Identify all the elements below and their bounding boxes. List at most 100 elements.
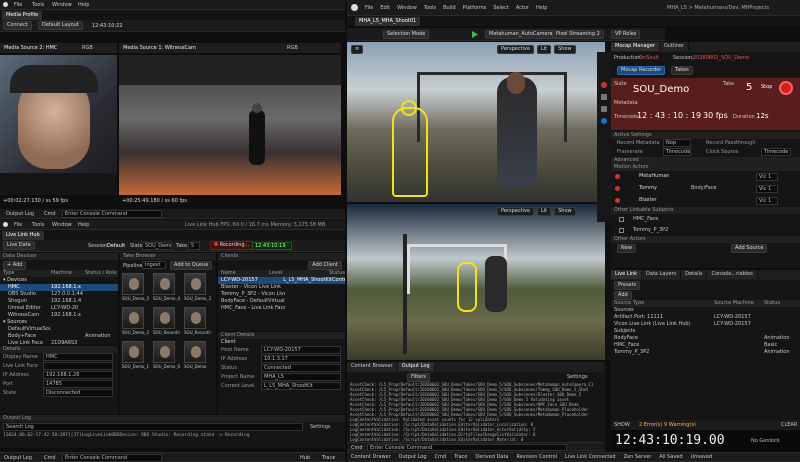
take-input[interactable]: 5 [188, 242, 200, 250]
session-value[interactable]: Default [107, 243, 125, 249]
tab-outliner[interactable]: Outliner [659, 42, 690, 51]
vp1-lit[interactable]: Lit [536, 45, 552, 54]
motion-actor-row[interactable]: Blaster Vic 1 [611, 195, 800, 207]
vp2-lit[interactable]: Lit [536, 207, 552, 216]
ue-menu-select[interactable]: Select [493, 5, 508, 11]
left-console-input[interactable]: Enter Console Command [62, 210, 162, 218]
detail-value[interactable]: HMC [43, 353, 113, 361]
take-card[interactable]: SOU_Demo_5 [122, 273, 149, 301]
tab-data-layers[interactable]: Data Layers [642, 270, 682, 279]
status-cmd[interactable]: Cmd [435, 454, 447, 460]
status-content-drawer[interactable]: Content Drawer [351, 454, 391, 460]
media-tab-2-format[interactable]: RGB [287, 45, 298, 51]
device-row[interactable]: OBS Studio 127.0.0.1:44 [0, 291, 118, 298]
ll-menu-window[interactable]: Window [52, 222, 72, 228]
ue-menu-window[interactable]: Window [397, 5, 417, 11]
console-settings[interactable]: Settings [567, 374, 588, 380]
vp-roles-dropdown[interactable]: VP Roles [611, 30, 641, 39]
setting-value-2[interactable]: Timecode [761, 148, 791, 156]
client-detail-value[interactable]: L_L5_MHA_ShootKit [261, 382, 341, 390]
tab-media-profile[interactable]: Media Profile [2, 11, 44, 20]
left-cmd-label[interactable]: Cmd [44, 211, 56, 217]
device-row[interactable]: DefaultVirtualSource [0, 326, 118, 333]
add-device-button[interactable]: + Add [3, 261, 27, 270]
linkable-subject-row[interactable]: Tommy_P_3P2 [611, 225, 800, 236]
device-row[interactable]: Body+Face Animation [0, 333, 118, 340]
status-live-link-connected[interactable]: Live Link Connected [565, 454, 616, 460]
detail-value[interactable]: 192.168.1.26 [43, 371, 113, 379]
device-group-sources[interactable]: ▾ Sources [0, 319, 118, 326]
detail-value[interactable] [43, 362, 113, 370]
left-output-log-tab[interactable]: Output Log [6, 211, 34, 217]
client-detail-value[interactable]: 10.1.3.17 [261, 355, 341, 363]
pipeline-dropdown[interactable]: Ingest [142, 261, 166, 269]
tab-live-link[interactable]: Live Link [611, 270, 643, 279]
ue-console-input[interactable]: Enter Console Command [367, 444, 567, 451]
ll-output-log-tab[interactable]: Output Log [0, 415, 345, 422]
take-card[interactable]: SOU_Demo_0 [153, 341, 180, 369]
viewport-top[interactable]: ≡ Perspective Lit Show [347, 42, 605, 202]
take-card[interactable]: SOU_Recording_1 [153, 307, 180, 335]
take-card[interactable]: SOU_Demo_4 [153, 273, 180, 301]
connect-button[interactable]: Connect [3, 21, 32, 30]
mocap-session-value[interactable]: 20260602_SOU_Demo [693, 55, 749, 61]
take-card[interactable]: SOU_Demo [184, 341, 211, 369]
client-row[interactable]: HMC_Face - Live Link Face [218, 305, 345, 312]
ue-menu-tools[interactable]: Tools [424, 5, 436, 11]
client-row[interactable]: BodyFace - DefaultVirtualSo [218, 298, 345, 305]
tab-console-variables[interactable]: Console...riables [707, 270, 758, 279]
status-unsaved[interactable]: Unsaved [691, 454, 713, 460]
ue-ll-row[interactable]: Tommy_P_3P2 Animation [611, 349, 800, 356]
ue-ll-row[interactable]: Subjects [611, 328, 800, 335]
tab-details[interactable]: Details [681, 270, 708, 279]
section-motion-actors[interactable]: Motion Actors [611, 164, 800, 171]
client-row[interactable]: Tommy_P_3P2 - Vicon Live Li [218, 291, 345, 298]
client-detail-value[interactable]: LCY-WD-20157 [261, 346, 341, 354]
detail-value[interactable]: 14785 [43, 380, 113, 388]
client-row[interactable]: LCY-WD-20157 L_L5_MHA_ShootKitConte [218, 277, 345, 284]
detail-value[interactable]: Disconnected [43, 389, 113, 397]
ue-menu-build[interactable]: Build [443, 5, 456, 11]
vp2-perspective[interactable]: Perspective [497, 207, 534, 216]
subject-checkbox[interactable] [619, 217, 624, 222]
camera-rail-icon[interactable] [601, 94, 607, 100]
device-row[interactable]: WitnessCam 192.168.1.x [0, 312, 118, 319]
section-active-settings[interactable]: Active Settings [611, 132, 800, 139]
status-hub[interactable]: Hub [300, 455, 310, 461]
client-row[interactable]: Blaster - Vicon Live Link [218, 284, 345, 291]
status-all-saved[interactable]: All Saved [659, 454, 682, 460]
selection-mode-dropdown[interactable]: Selection Mode [383, 30, 430, 39]
ll-menu-file[interactable]: File [14, 222, 22, 228]
status-revision-control[interactable]: Revision Control [516, 454, 557, 460]
stop-record-button[interactable] [779, 81, 793, 95]
device-group-devices[interactable]: ▾ Devices [0, 277, 118, 284]
production-value[interactable]: OnSoult [639, 55, 659, 61]
section-other-actors[interactable]: Other Actors [611, 236, 800, 243]
setting-value[interactable]: Timecode: 1.0 [663, 148, 691, 156]
ue-ll-row[interactable]: Vicon Live Link (Live Link Hub) LCY-WD-20… [611, 321, 800, 328]
viewport-bottom[interactable]: Perspective Lit Show [347, 204, 605, 360]
take-card[interactable]: SOU_Recording_2 [184, 307, 211, 335]
ue-menu-actor[interactable]: Actor [516, 5, 529, 11]
tab-output-log[interactable]: Output Log [397, 362, 435, 371]
show-label[interactable]: SHOW [614, 422, 630, 428]
status-trace[interactable]: Trace [322, 455, 335, 461]
media-tab-1[interactable]: Media Source 2: HMC RGB [0, 43, 117, 53]
ll-log-search[interactable]: Search Log [3, 423, 303, 431]
linkable-subject-row[interactable]: HMC_Face [611, 214, 800, 225]
viewport-menu-icon[interactable]: ≡ [351, 45, 364, 54]
menu-window[interactable]: Window [52, 2, 72, 8]
console-filters[interactable]: Filters [407, 373, 430, 382]
actor-subject-dropdown[interactable]: Vic 1 [756, 173, 778, 181]
section-linkable-subjects[interactable]: Other Linkable Subjects [611, 207, 800, 214]
take-card[interactable]: SOU_Demo_1 [122, 341, 149, 369]
play-icon[interactable] [472, 31, 478, 38]
add-to-queue-button[interactable]: Add to Queue [170, 261, 213, 270]
subject-checkbox[interactable] [619, 228, 624, 233]
section-advanced[interactable]: Advanced [611, 157, 800, 164]
actor-record-icon[interactable] [615, 174, 620, 179]
recording-button[interactable]: Recording... [210, 241, 254, 250]
tab-live-link-hub[interactable]: Live Link Hub [2, 231, 45, 240]
takes-button[interactable]: Takes [671, 66, 693, 75]
tab-content-browser[interactable]: Content Browser [347, 362, 398, 371]
